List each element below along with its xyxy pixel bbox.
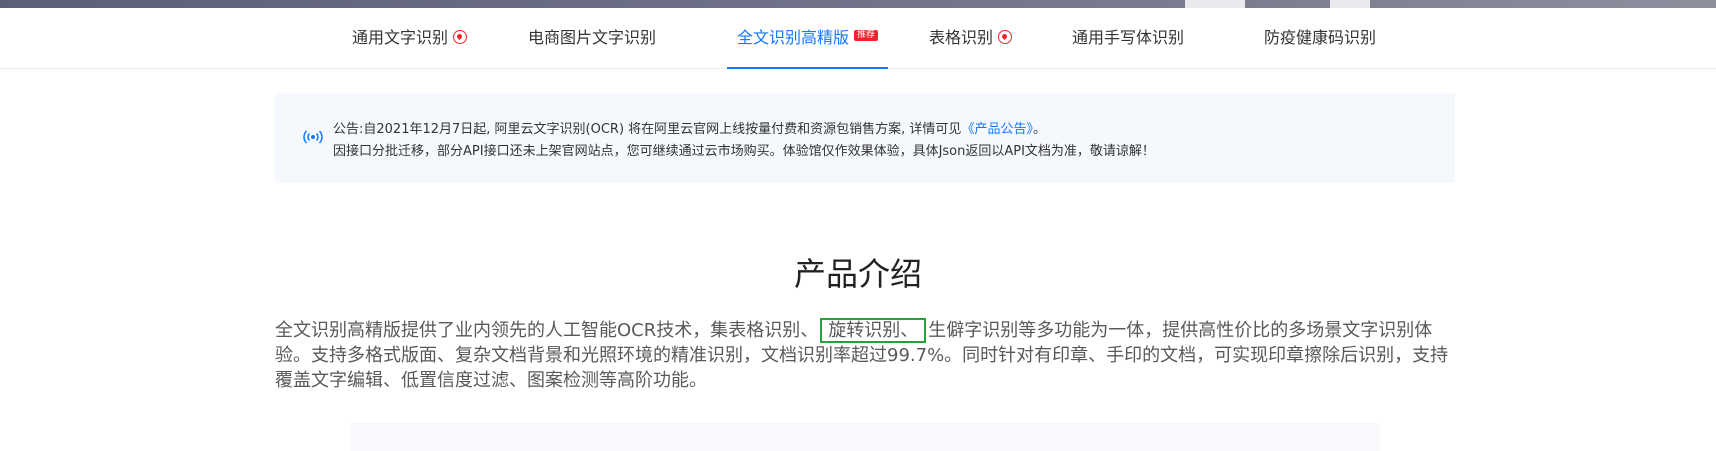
recommended-badge: 推荐 [854,30,879,41]
announcement-line-2: 因接口分批迁移，部分API接口还未上架官网站点，您可继续通过云市场购买。体验馆仅… [333,144,1155,159]
banner-decoration [1330,0,1370,8]
highlighted-term: 旋转识别、 [820,318,927,343]
section-title: 产品介绍 [793,254,922,293]
announcement-text-end: 。 [1032,122,1046,137]
tab-label: 表格识别 [929,28,994,47]
product-intro-paragraph: 全文识别高精版提供了业内领先的人工智能OCR技术，集表格识别、 旋转识别、 生僻字识… [275,318,1455,393]
hot-icon [453,29,468,44]
tab-table-ocr[interactable]: 表格识别 [929,8,1013,68]
announcement-banner: 公告:自2021年12月7日起, 阿里云文字识别(OCR) 将在阿里云官网上线按… [275,93,1455,183]
product-tab-bar: 通用文字识别 电商图片文字识别 全文识别高精版 推荐 表格识别 通用手写体识别 防… [0,8,1716,69]
tab-label: 防疫健康码识别 [1264,28,1377,47]
tab-full-text-high-precision[interactable]: 全文识别高精版 推荐 [727,8,889,69]
hot-icon [998,29,1013,44]
tab-general-text-ocr[interactable]: 通用文字识别 [352,8,468,68]
broadcast-icon [303,130,323,144]
tab-label: 全文识别高精版 [737,28,850,47]
tab-label: 通用文字识别 [352,28,449,47]
banner-decoration [1185,0,1245,8]
tab-handwriting-ocr[interactable]: 通用手写体识别 [1072,8,1184,68]
announcement-line-1: 公告:自2021年12月7日起, 阿里云文字识别(OCR) 将在阿里云官网上线按… [333,118,1046,137]
hero-banner-strip [0,0,1716,8]
tab-ecommerce-image-ocr[interactable]: 电商图片文字识别 [528,8,656,68]
demo-panel [350,423,1380,451]
tab-label: 通用手写体识别 [1072,28,1185,47]
announcement-text: 公告:自2021年12月7日起, 阿里云文字识别(OCR) 将在阿里云官网上线按… [333,122,962,137]
active-tab-indicator [727,67,889,69]
intro-text: 全文识别高精版提供了业内领先的人工智能OCR技术，集表格识别、 [275,320,819,341]
product-announcement-link[interactable]: 《产品公告》 [961,122,1033,137]
tab-label: 电商图片文字识别 [528,28,657,47]
tab-health-code-ocr[interactable]: 防疫健康码识别 [1264,8,1376,68]
